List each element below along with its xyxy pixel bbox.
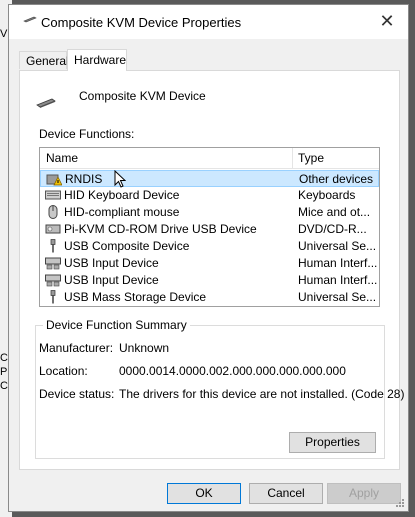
manufacturer-label: Manufacturer: xyxy=(39,341,114,355)
background-text: P xyxy=(0,366,8,378)
cancel-button[interactable]: Cancel xyxy=(249,483,323,504)
location-label: Location: xyxy=(39,364,88,378)
list-item[interactable]: Pi-KVM CD-ROM Drive USB Device DVD/CD-R.… xyxy=(40,221,379,238)
usb-plug-icon xyxy=(50,290,56,304)
manufacturer-value: Unknown xyxy=(119,341,170,355)
mouse-icon xyxy=(48,205,58,219)
list-item[interactable]: RNDIS Other devices xyxy=(40,170,379,187)
location-value: 0000.0014.0000.002.000.000.000.000.000 xyxy=(119,364,346,378)
list-item[interactable]: USB Mass Storage Device Universal Se... xyxy=(40,289,379,306)
column-header-type[interactable]: Type xyxy=(298,151,324,165)
list-item-type: Universal Se... xyxy=(298,290,377,304)
list-item-type: Other devices xyxy=(299,172,374,186)
hid-device-icon xyxy=(45,274,61,287)
properties-dialog: Composite KVM Device Properties ✕ Genera… xyxy=(8,4,409,512)
list-item[interactable]: USB Input Device Human Interf... xyxy=(40,255,379,272)
window-title: Composite KVM Device Properties xyxy=(41,15,242,30)
list-item-name: USB Input Device xyxy=(64,256,159,270)
usb-plug-icon xyxy=(50,239,56,253)
device-status-value: The drivers for this device are not inst… xyxy=(119,387,405,401)
usb-device-icon xyxy=(23,16,37,23)
list-item[interactable]: HID-compliant mouse Mice and ot... xyxy=(40,204,379,221)
usb-device-icon xyxy=(36,98,56,108)
close-icon[interactable]: ✕ xyxy=(376,11,398,32)
ok-button[interactable]: OK xyxy=(167,483,241,504)
list-item-name: HID Keyboard Device xyxy=(64,188,180,202)
properties-button[interactable]: Properties xyxy=(289,432,376,453)
device-status-label: Device status: xyxy=(39,387,115,401)
list-item-type: Keyboards xyxy=(298,188,356,202)
list-item[interactable]: USB Composite Device Universal Se... xyxy=(40,238,379,255)
hid-device-icon xyxy=(45,257,61,270)
list-header: Name Type xyxy=(40,148,379,169)
device-name: Composite KVM Device xyxy=(79,89,206,103)
summary-title: Device Function Summary xyxy=(43,318,190,332)
list-item-type: DVD/CD-R... xyxy=(298,222,367,236)
cdrom-icon xyxy=(45,224,61,234)
warning-device-icon xyxy=(46,174,62,186)
list-item-type: Human Interf... xyxy=(298,273,378,287)
device-functions-list[interactable]: Name Type RNDIS Other devices HID Keyboa… xyxy=(39,147,380,307)
list-item[interactable]: HID Keyboard Device Keyboards xyxy=(40,187,379,204)
list-item[interactable]: USB Input Device Human Interf... xyxy=(40,272,379,289)
device-functions-label: Device Functions: xyxy=(39,127,135,141)
list-item-name: Pi-KVM CD-ROM Drive USB Device xyxy=(64,222,257,236)
resize-grip-icon[interactable] xyxy=(395,498,405,508)
tab-hardware[interactable]: Hardware xyxy=(67,49,127,71)
title-bar[interactable]: Composite KVM Device Properties ✕ xyxy=(9,5,408,39)
list-item-name: USB Composite Device xyxy=(64,239,190,253)
keyboard-icon xyxy=(45,190,61,200)
list-item-type: Universal Se... xyxy=(298,239,377,253)
list-item-name: RNDIS xyxy=(65,172,103,186)
column-divider[interactable] xyxy=(292,148,293,168)
list-item-name: USB Mass Storage Device xyxy=(64,290,207,304)
column-header-name[interactable]: Name xyxy=(46,151,78,165)
tab-general[interactable]: General xyxy=(19,51,69,69)
list-item-name: USB Input Device xyxy=(64,273,159,287)
list-item-type: Human Interf... xyxy=(298,256,378,270)
apply-button[interactable]: Apply xyxy=(327,483,401,504)
list-item-name: HID-compliant mouse xyxy=(64,205,180,219)
background-text: C xyxy=(0,380,8,392)
list-item-type: Mice and ot... xyxy=(298,205,371,219)
mouse-pointer-icon xyxy=(114,170,126,188)
